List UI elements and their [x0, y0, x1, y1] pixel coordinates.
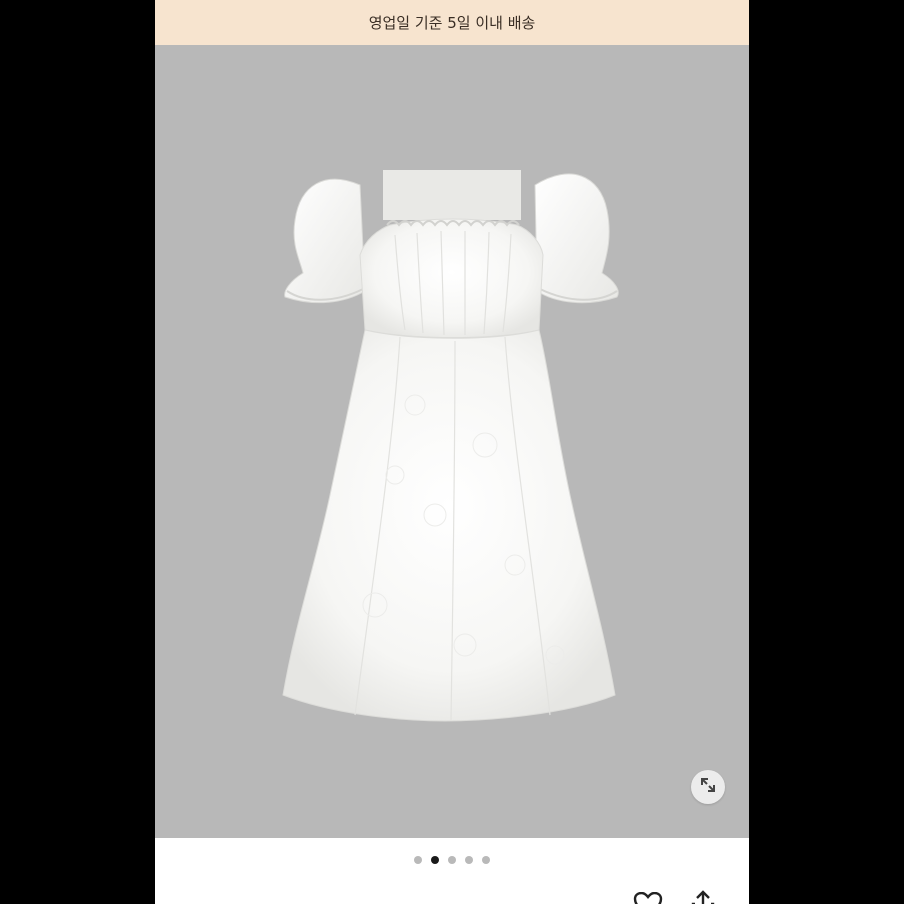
- pager-dot[interactable]: [448, 856, 456, 864]
- product-image-gallery[interactable]: [155, 45, 749, 838]
- product-detail-screen: 영업일 기준 5일 이내 배송: [155, 0, 749, 904]
- share-icon[interactable]: [690, 890, 716, 904]
- shipping-banner: 영업일 기준 5일 이내 배송: [155, 0, 749, 45]
- heart-icon[interactable]: [633, 891, 663, 904]
- pager-dot[interactable]: [465, 856, 473, 864]
- expand-image-button[interactable]: [691, 770, 725, 804]
- product-image[interactable]: [155, 45, 749, 838]
- pager-dot-active[interactable]: [431, 856, 439, 864]
- shipping-banner-text: 영업일 기준 5일 이내 배송: [368, 14, 536, 32]
- product-title-row: [155, 880, 749, 904]
- expand-icon: [699, 776, 717, 798]
- pager-dot[interactable]: [414, 856, 422, 864]
- pager-dot[interactable]: [482, 856, 490, 864]
- gallery-pager: [155, 850, 749, 870]
